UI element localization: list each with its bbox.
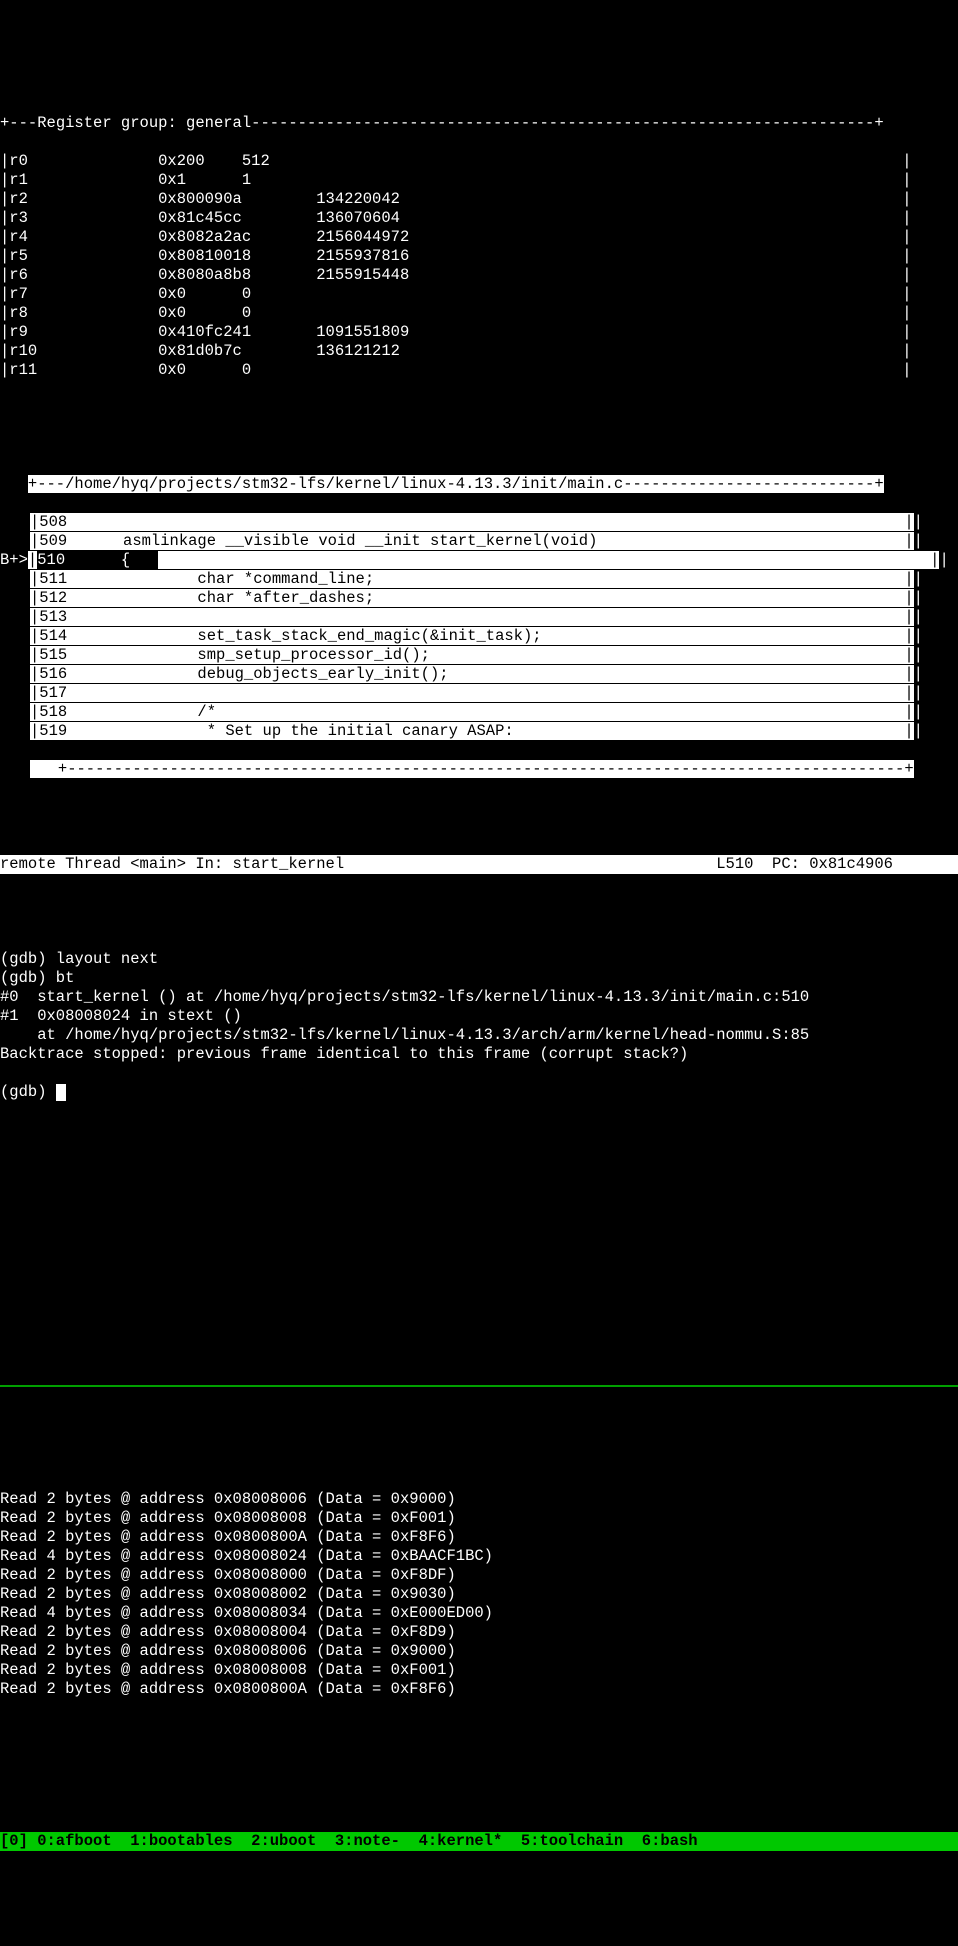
status-right: L510 PC: 0x81c4906 bbox=[716, 855, 893, 873]
jlink-output-line: Read 4 bytes @ address 0x08008034 (Data … bbox=[0, 1604, 958, 1623]
tmux-window-list[interactable]: [0] 0:afboot 1:bootables 2:uboot 3:note-… bbox=[0, 1832, 698, 1850]
register-row: |r7 0x0 0 | bbox=[0, 285, 958, 304]
source-title-border: +---/home/hyq/projects/stm32-lfs/kernel/… bbox=[0, 475, 958, 494]
gdb-output-line: (gdb) layout next bbox=[0, 950, 958, 969]
jlink-output-line: Read 2 bytes @ address 0x08008002 (Data … bbox=[0, 1585, 958, 1604]
register-row: |r8 0x0 0 | bbox=[0, 304, 958, 323]
source-line: B+>|510 { || bbox=[30, 551, 958, 570]
jlink-output-line: Read 2 bytes @ address 0x08008000 (Data … bbox=[0, 1566, 958, 1585]
cursor-icon bbox=[56, 1084, 66, 1101]
spacer bbox=[0, 1406, 958, 1414]
jlink-output-line: Read 2 bytes @ address 0x08008006 (Data … bbox=[0, 1642, 958, 1661]
source-line: |513 || bbox=[30, 608, 958, 627]
tmux-statusbar[interactable]: [0] 0:afboot 1:bootables 2:uboot 3:note-… bbox=[0, 1832, 958, 1851]
gdb-output-line: Backtrace stopped: previous frame identi… bbox=[0, 1045, 958, 1064]
source-path: /home/hyq/projects/stm32-lfs/kernel/linu… bbox=[65, 475, 623, 493]
source-bottom-border: +---------------------------------------… bbox=[30, 760, 958, 779]
register-title-border: +---Register group: general-------------… bbox=[0, 114, 958, 133]
register-title: Register group: general bbox=[37, 114, 251, 132]
register-row: |r2 0x800090a 134220042 | bbox=[0, 190, 958, 209]
jlink-output-line: Read 2 bytes @ address 0x08008008 (Data … bbox=[0, 1661, 958, 1680]
register-row: |r3 0x81c45cc 136070604 | bbox=[0, 209, 958, 228]
gdb-status-line: remote Thread <main> In: start_kernel L5… bbox=[0, 855, 958, 874]
source-line: |512 char *after_dashes; || bbox=[30, 589, 958, 608]
gdb-prompt: (gdb) bbox=[0, 1083, 56, 1101]
status-left: remote Thread <main> In: start_kernel bbox=[0, 855, 344, 873]
source-line: |517 || bbox=[30, 684, 958, 703]
source-panel: +---/home/hyq/projects/stm32-lfs/kernel/… bbox=[0, 456, 958, 798]
gdb-output-line: #1 0x08008024 in stext () bbox=[0, 1007, 958, 1026]
source-line: |511 char *command_line; || bbox=[30, 570, 958, 589]
source-line: |518 /* || bbox=[30, 703, 958, 722]
source-line: |519 * Set up the initial canary ASAP: |… bbox=[30, 722, 958, 741]
source-line: |514 set_task_stack_end_magic(&init_task… bbox=[30, 627, 958, 646]
gdb-console: (gdb) layout next(gdb) bt#0 start_kernel… bbox=[0, 931, 958, 1121]
register-row: |r1 0x1 1 | bbox=[0, 171, 958, 190]
source-line: |515 smp_setup_processor_id(); || bbox=[30, 646, 958, 665]
tmux-pane-divider bbox=[0, 1385, 958, 1387]
gdb-output-line: (gdb) bt bbox=[0, 969, 958, 988]
register-panel: +---Register group: general-------------… bbox=[0, 95, 958, 399]
spacer bbox=[0, 1756, 958, 1775]
register-row: |r5 0x80810018 2155937816 | bbox=[0, 247, 958, 266]
source-line: |516 debug_objects_early_init(); || bbox=[30, 665, 958, 684]
gdb-output-line: at /home/hyq/projects/stm32-lfs/kernel/l… bbox=[0, 1026, 958, 1045]
gdb-output-line: #0 start_kernel () at /home/hyq/projects… bbox=[0, 988, 958, 1007]
source-line: |509 asmlinkage __visible void __init st… bbox=[30, 532, 958, 551]
breakpoint-marker: B+> bbox=[0, 551, 28, 569]
register-row: |r4 0x8082a2ac 2156044972 | bbox=[0, 228, 958, 247]
register-row: |r11 0x0 0 | bbox=[0, 361, 958, 380]
register-row: |r9 0x410fc241 1091551809 | bbox=[0, 323, 958, 342]
spacer bbox=[0, 1178, 958, 1328]
jlink-output-pane: Read 2 bytes @ address 0x08008006 (Data … bbox=[0, 1471, 958, 1718]
jlink-output-line: Read 2 bytes @ address 0x08008008 (Data … bbox=[0, 1509, 958, 1528]
jlink-output-line: Read 2 bytes @ address 0x08008004 (Data … bbox=[0, 1623, 958, 1642]
jlink-output-line: Read 2 bytes @ address 0x08008006 (Data … bbox=[0, 1490, 958, 1509]
source-line: |508 || bbox=[30, 513, 958, 532]
jlink-output-line: Read 2 bytes @ address 0x0800800A (Data … bbox=[0, 1528, 958, 1547]
gdb-prompt-line[interactable]: (gdb) bbox=[0, 1083, 958, 1102]
register-row: |r10 0x81d0b7c 136121212 | bbox=[0, 342, 958, 361]
register-row: |r0 0x200 512 | bbox=[0, 152, 958, 171]
jlink-output-line: Read 2 bytes @ address 0x0800800A (Data … bbox=[0, 1680, 958, 1699]
register-row: |r6 0x8080a8b8 2155915448 | bbox=[0, 266, 958, 285]
jlink-output-line: Read 4 bytes @ address 0x08008024 (Data … bbox=[0, 1547, 958, 1566]
